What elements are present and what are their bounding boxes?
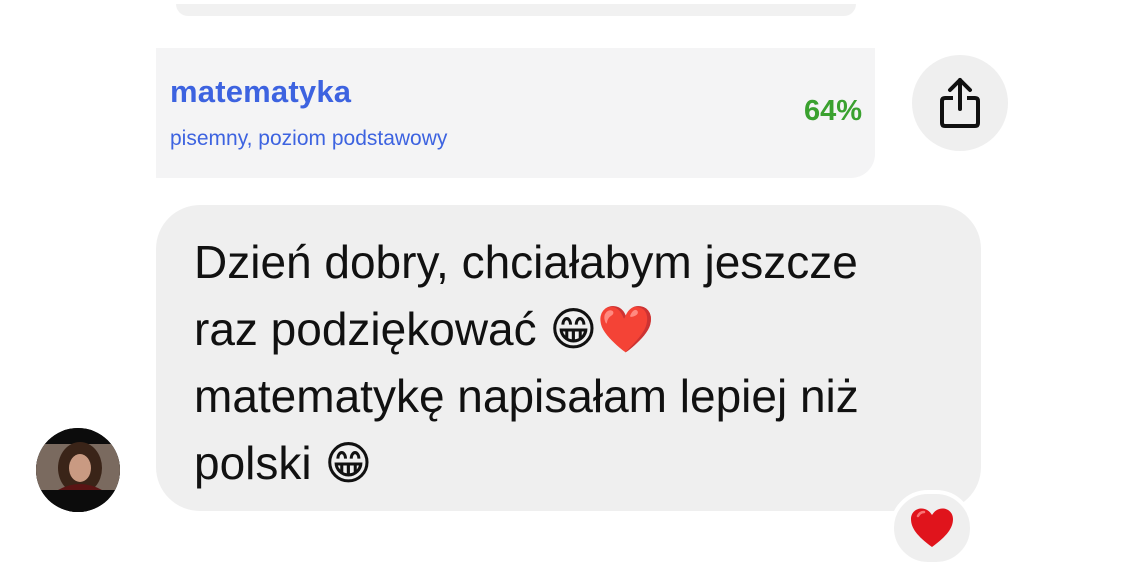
message-line: matematykę napisałam lepiej niż xyxy=(194,370,859,422)
share-button[interactable] xyxy=(912,55,1008,151)
share-icon xyxy=(940,78,980,128)
exam-subject: matematyka xyxy=(170,74,352,109)
exam-result-card[interactable]: matematyka pisemny, poziom podstawowy 64… xyxy=(156,48,875,178)
avatar-photo xyxy=(36,428,120,512)
message-line: raz podziękować 😁❤️ xyxy=(194,303,655,355)
exam-level: pisemny, poziom podstawowy xyxy=(170,127,448,150)
reaction-badge[interactable] xyxy=(890,490,974,566)
sender-avatar[interactable] xyxy=(36,428,120,512)
message-bubble[interactable]: Dzień dobry, chciałabym jeszcze raz podz… xyxy=(156,205,981,511)
message-line: polski 😁 xyxy=(194,437,373,489)
previous-message-bubble-edge xyxy=(176,4,856,16)
message-line: Dzień dobry, chciałabym jeszcze xyxy=(194,236,858,288)
chat-screen: matematyka pisemny, poziom podstawowy 64… xyxy=(0,0,1138,566)
message-text: Dzień dobry, chciałabym jeszcze raz podz… xyxy=(194,229,951,497)
exam-score: 64% xyxy=(803,95,862,127)
heart-icon xyxy=(911,508,953,547)
